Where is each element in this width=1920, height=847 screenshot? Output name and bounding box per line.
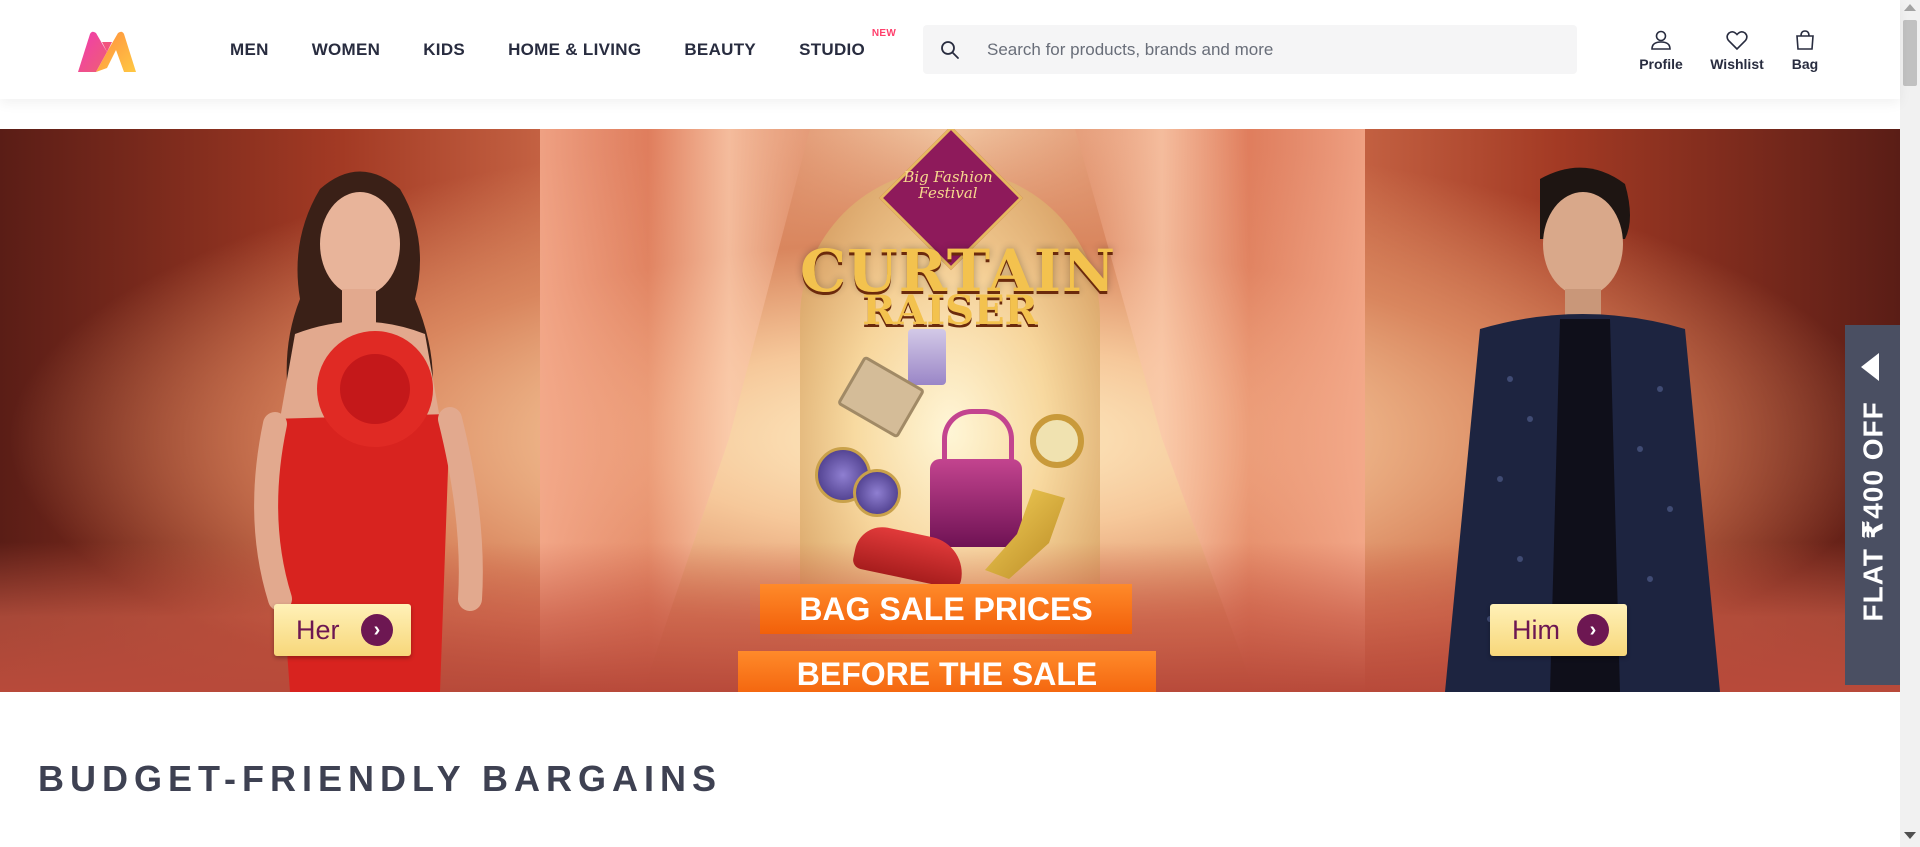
nav-beauty-label: BEAUTY [684, 39, 757, 59]
top-header: MEN WOMEN KIDS HOME & LIVING BEAUTY STUD… [0, 0, 1900, 99]
handbag-image [930, 459, 1022, 547]
caret-left-icon[interactable] [1861, 353, 1879, 381]
nav-kids[interactable]: KIDS [423, 40, 465, 60]
wishlist-button[interactable]: Wishlist [1707, 28, 1767, 72]
user-icon [1651, 30, 1671, 50]
nav-women-label: WOMEN [311, 39, 381, 59]
profile-button[interactable]: Profile [1632, 28, 1690, 72]
perfume-bottle-image [908, 329, 946, 385]
chevron-right-icon: › [1577, 614, 1609, 646]
nav-men[interactable]: MEN [230, 40, 269, 60]
bag-label: Bag [1791, 56, 1819, 72]
shop-him-label: Him [1512, 614, 1560, 645]
offer-text: FLAT ₹400 OFF [1857, 401, 1889, 622]
bag-icon [1796, 30, 1814, 50]
headline-raiser: RAISER [862, 287, 1038, 334]
myntra-logo[interactable] [76, 30, 138, 74]
sunglasses-lens-image [853, 469, 901, 517]
section-title: BUDGET-FRIENDLY BARGAINS [38, 758, 723, 799]
nav-men-label: MEN [230, 39, 269, 59]
shop-her-label: Her [296, 614, 340, 645]
scroll-thumb[interactable] [1903, 20, 1917, 86]
search-input[interactable] [985, 38, 1549, 61]
sale-line-2: BEFORE THE SALE [738, 651, 1156, 692]
main-nav: MEN WOMEN KIDS HOME & LIVING BEAUTY STUD… [230, 0, 908, 99]
new-badge: NEW [871, 27, 897, 39]
chevron-right-icon: › [361, 614, 393, 646]
nav-studio-label: STUDIO [799, 39, 866, 59]
hero-banner[interactable]: Big Fashion Festival CURTAIN RAISER BAG … [0, 129, 1900, 692]
nav-home-living-label: HOME & LIVING [508, 39, 642, 59]
nav-home-living[interactable]: HOME & LIVING [508, 40, 641, 60]
nav-beauty[interactable]: BEAUTY [684, 40, 756, 60]
nav-women[interactable]: WOMEN [312, 40, 381, 60]
heart-icon [1726, 31, 1748, 51]
search-bar [923, 25, 1577, 74]
sale-line-1: BAG SALE PRICES [760, 584, 1132, 634]
nav-kids-label: KIDS [423, 39, 466, 59]
offer-side-tab[interactable]: FLAT ₹400 OFF [1845, 325, 1900, 685]
shop-him-button[interactable]: Him › [1490, 604, 1627, 656]
profile-label: Profile [1639, 56, 1683, 72]
wishlist-label: Wishlist [1710, 56, 1764, 72]
scroll-up-arrow-icon[interactable] [1904, 4, 1916, 11]
scroll-down-arrow-icon[interactable] [1904, 832, 1916, 839]
page-scrollbar[interactable] [1900, 0, 1920, 847]
search-icon[interactable] [940, 40, 960, 60]
header-actions: Profile Wishlist Bag [1632, 28, 1823, 72]
nav-studio[interactable]: STUDIO NEW [799, 28, 896, 60]
festival-badge-text: Big Fashion Festival [903, 168, 993, 202]
shop-her-button[interactable]: Her › [274, 604, 411, 656]
bag-button[interactable]: Bag [1787, 28, 1823, 72]
watch-image [1030, 414, 1084, 468]
